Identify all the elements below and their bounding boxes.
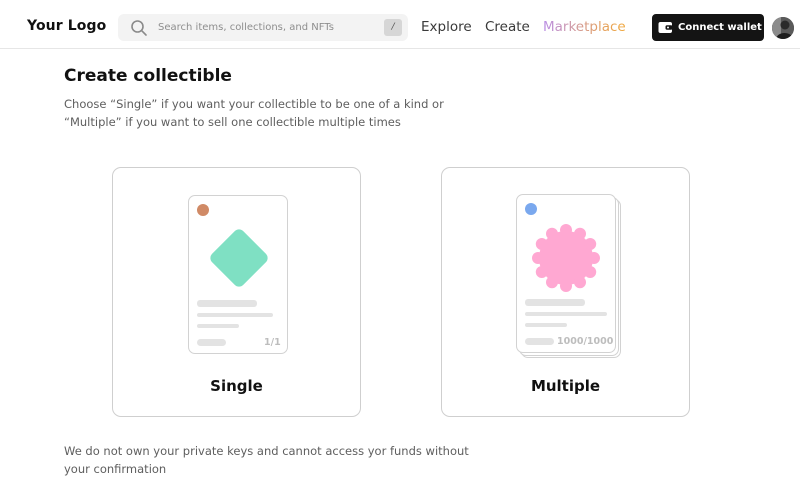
single-option-card[interactable]: 1/1 Single bbox=[112, 167, 361, 417]
edition-count: 1000/1000 bbox=[557, 336, 614, 347]
edition-count: 1/1 bbox=[264, 337, 281, 348]
creator-dot-icon bbox=[197, 204, 209, 216]
user-avatar-icon bbox=[772, 17, 794, 39]
brand-logo[interactable]: Your Logo bbox=[27, 18, 106, 34]
multiple-option-label: Multiple bbox=[530, 377, 601, 395]
placeholder-line bbox=[525, 312, 607, 316]
search-input[interactable] bbox=[158, 18, 378, 37]
security-footnote: We do not own your private keys and cann… bbox=[64, 444, 469, 476]
placeholder-line bbox=[197, 313, 273, 317]
search-shortcut-key: / bbox=[384, 19, 402, 36]
starburst-shape-icon bbox=[532, 224, 600, 292]
diamond-shape-icon bbox=[210, 229, 268, 287]
placeholder-line bbox=[525, 299, 585, 306]
connect-wallet-label: Connect wallet bbox=[678, 22, 762, 33]
placeholder-pill bbox=[525, 338, 554, 345]
placeholder-line bbox=[197, 324, 239, 328]
search-icon bbox=[131, 20, 147, 36]
placeholder-line bbox=[525, 323, 567, 327]
search-bar[interactable] bbox=[118, 14, 408, 41]
single-option-label: Single bbox=[210, 377, 263, 395]
nav-link-marketplace[interactable]: Marketplace bbox=[543, 19, 626, 35]
page-title: Create collectible bbox=[64, 66, 232, 86]
top-nav-bar: Your Logo / Explore Create Marketplace C… bbox=[0, 0, 800, 49]
single-preview-card: 1/1 bbox=[188, 195, 288, 354]
placeholder-line bbox=[197, 300, 257, 307]
nav-link-create[interactable]: Create bbox=[485, 19, 530, 35]
page-description: Choose “Single” if you want your collect… bbox=[64, 97, 444, 129]
avatar[interactable] bbox=[772, 17, 794, 39]
connect-wallet-button[interactable]: Connect wallet bbox=[652, 14, 764, 41]
placeholder-pill bbox=[197, 339, 226, 346]
wallet-icon bbox=[658, 22, 673, 33]
nav-link-explore[interactable]: Explore bbox=[421, 19, 472, 35]
multiple-preview-card: 1000/1000 bbox=[516, 194, 616, 353]
multiple-option-card[interactable]: 1000/1000 Multiple bbox=[441, 167, 690, 417]
creator-dot-icon bbox=[525, 203, 537, 215]
